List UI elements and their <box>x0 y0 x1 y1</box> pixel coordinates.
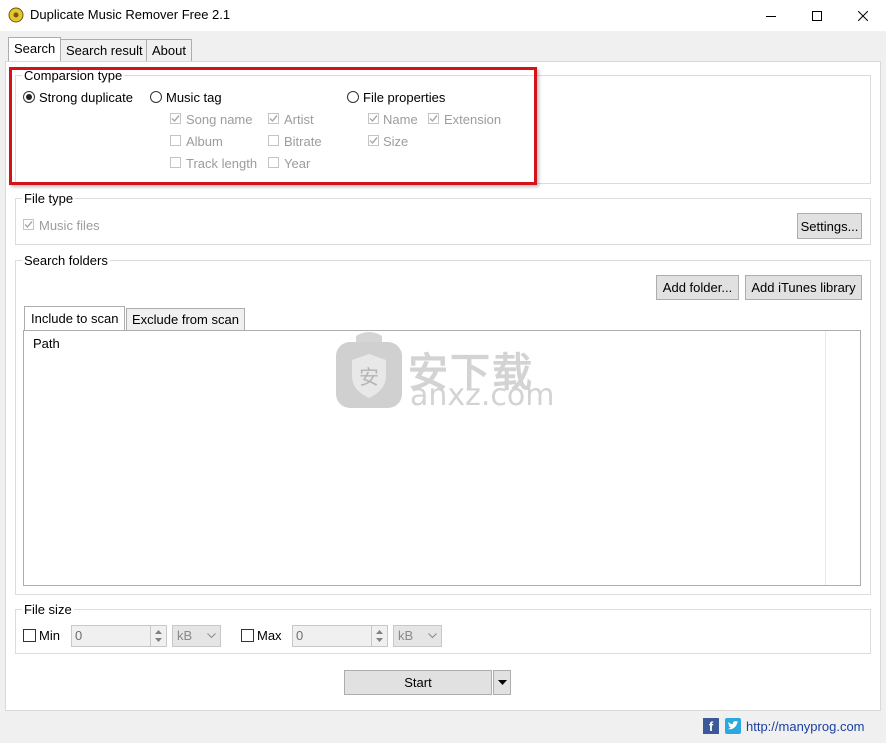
chevron-down-icon <box>428 633 437 639</box>
start-button[interactable]: Start <box>344 670 492 695</box>
minimize-button[interactable] <box>748 0 794 31</box>
path-column-header: Path <box>33 336 60 351</box>
watermark-site: anxz.com <box>410 378 555 413</box>
dropdown-arrow-icon <box>497 680 507 685</box>
tab-search-result[interactable]: Search result <box>60 39 149 61</box>
close-button[interactable] <box>840 0 886 31</box>
min-checkbox[interactable] <box>23 629 36 642</box>
chevron-down-icon <box>207 633 216 639</box>
max-size-value: 0 <box>296 628 304 643</box>
search-folders-label: Search folders <box>22 253 110 268</box>
min-size-value: 0 <box>75 628 83 643</box>
add-folder-button[interactable]: Add folder... <box>656 275 739 300</box>
app-icon <box>8 7 24 23</box>
max-size-input[interactable]: 0 <box>292 625 388 647</box>
website-link[interactable]: http://manyprog.com <box>746 719 865 734</box>
tab-search[interactable]: Search <box>8 37 62 61</box>
file-size-label: File size <box>22 602 74 617</box>
min-spinner[interactable] <box>150 626 166 646</box>
list-scrollbar[interactable] <box>825 331 860 585</box>
tab-about[interactable]: About <box>146 39 192 61</box>
settings-button[interactable]: Settings... <box>797 213 862 239</box>
twitter-icon[interactable] <box>725 718 741 734</box>
min-label: Min <box>39 628 60 643</box>
min-unit-value: kB <box>177 628 193 643</box>
watermark-shield-icon: 安 <box>334 330 404 410</box>
svg-text:安: 安 <box>359 365 379 389</box>
maximize-button[interactable] <box>794 0 840 31</box>
min-unit-select[interactable]: kB <box>172 625 221 647</box>
facebook-icon[interactable]: f <box>703 718 719 734</box>
tab-exclude-from-scan[interactable]: Exclude from scan <box>126 308 245 330</box>
add-itunes-library-button[interactable]: Add iTunes library <box>745 275 862 300</box>
max-spinner[interactable] <box>371 626 387 646</box>
highlight-annotation <box>9 67 537 185</box>
max-checkbox[interactable] <box>241 629 254 642</box>
max-unit-value: kB <box>398 628 414 643</box>
file-type-group <box>15 198 871 245</box>
music-files-label: Music files <box>39 218 100 233</box>
max-unit-select[interactable]: kB <box>393 625 442 647</box>
title-bar: Duplicate Music Remover Free 2.1 <box>0 0 886 31</box>
min-size-input[interactable]: 0 <box>71 625 167 647</box>
tab-include-to-scan[interactable]: Include to scan <box>24 306 126 331</box>
start-dropdown-button[interactable] <box>493 670 511 695</box>
max-label: Max <box>257 628 282 643</box>
music-files-checkbox[interactable] <box>23 219 34 230</box>
window-title: Duplicate Music Remover Free 2.1 <box>30 7 231 22</box>
file-type-label: File type <box>22 191 76 206</box>
